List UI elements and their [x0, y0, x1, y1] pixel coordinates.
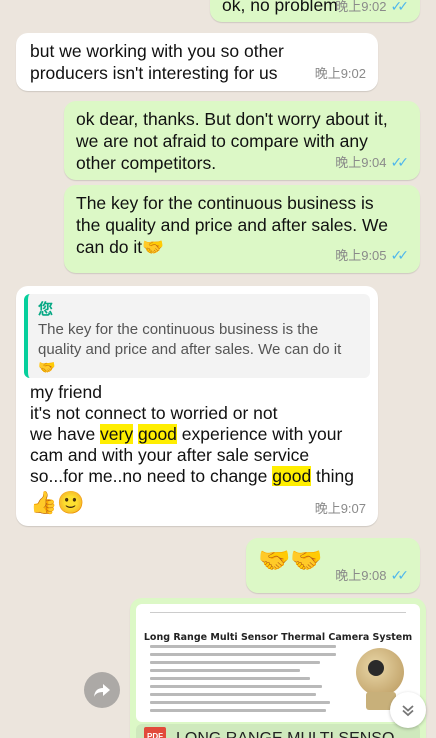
pdf-file-icon: PDF — [144, 727, 166, 738]
message-line: so...for me..no need to change good thin… — [30, 466, 354, 487]
message-line: we have very good experience with your — [30, 424, 354, 445]
search-highlight: good — [272, 466, 312, 486]
document-file-bar[interactable]: PDF LONG RANGE MULTI SENSO... — [136, 724, 420, 738]
message-meta: 晚上9:05 ✓✓ — [335, 245, 410, 267]
handshake-emoji: 🤝🤝 — [258, 546, 323, 576]
message-line: cam and with your after sale service — [30, 445, 310, 465]
search-highlight: good — [137, 424, 177, 444]
quote-text: The key for the continuous business is t… — [38, 321, 342, 358]
document-preview[interactable]: Long Range Multi Sensor Thermal Camera S… — [136, 604, 420, 722]
double-check-icon: ✓✓ — [390, 568, 410, 584]
message-incoming[interactable]: but we working with you so other produce… — [16, 33, 378, 91]
text-fragment: thing — [311, 466, 354, 486]
message-meta: 晚上9:02 — [315, 63, 366, 85]
scroll-to-bottom-button[interactable] — [390, 692, 426, 728]
document-rule — [150, 612, 406, 613]
message-line: it's not connect to worried or not — [30, 403, 278, 423]
forward-button[interactable] — [84, 672, 120, 708]
double-check-icon: ✓✓ — [390, 0, 410, 15]
message-time: 晚上9:02 — [335, 0, 387, 14]
message-text: ok, no problem — [222, 0, 338, 15]
message-body: my friend it's not connect to worried or… — [30, 382, 354, 519]
message-time: 晚上9:07 — [314, 501, 366, 516]
message-meta: 晚上9:04 ✓✓ — [335, 152, 410, 174]
chevron-down-icon — [402, 705, 414, 717]
forward-icon — [94, 684, 110, 697]
document-filename: LONG RANGE MULTI SENSO... — [176, 728, 408, 738]
quoted-message[interactable]: 您 The key for the continuous business is… — [24, 294, 370, 378]
text-fragment: we have — [30, 424, 101, 444]
handshake-emoji: 🤝 — [142, 238, 164, 258]
quote-author: 您 — [38, 301, 54, 318]
message-time: 晚上9:05 — [335, 248, 387, 263]
handshake-emoji: 🤝 — [38, 360, 56, 376]
message-line: my friend — [30, 382, 102, 402]
message-outgoing[interactable]: ok, no problem 晚上9:02 ✓✓ — [210, 0, 420, 22]
text-fragment: so...for me..no need to change — [30, 466, 273, 486]
chat-area[interactable]: ok, no problem 晚上9:02 ✓✓ but we working … — [0, 0, 436, 738]
message-time: 晚上9:02 — [314, 66, 366, 81]
message-document[interactable]: Long Range Multi Sensor Thermal Camera S… — [130, 598, 426, 738]
double-check-icon: ✓✓ — [390, 155, 410, 171]
message-meta: 晚上9:08 ✓✓ — [335, 565, 410, 587]
message-text: but we working with you so other produce… — [30, 41, 284, 83]
text-fragment: experience with your — [176, 424, 343, 444]
thumbs-smile-emoji: 👍🙂 — [30, 491, 85, 516]
message-outgoing[interactable]: 🤝🤝 晚上9:08 ✓✓ — [246, 538, 420, 593]
search-highlight: very — [100, 424, 134, 444]
message-meta: 晚上9:02 ✓✓ — [335, 0, 410, 18]
message-outgoing[interactable]: ok dear, thanks. But don't worry about i… — [64, 101, 420, 180]
message-time: 晚上9:08 — [335, 568, 387, 583]
document-text-block — [136, 640, 336, 712]
message-time: 晚上9:04 — [335, 155, 387, 170]
message-outgoing[interactable]: The key for the continuous business is t… — [64, 185, 420, 273]
message-incoming-reply[interactable]: 您 The key for the continuous business is… — [16, 286, 378, 526]
message-meta: 晚上9:07 — [315, 498, 366, 520]
double-check-icon: ✓✓ — [390, 248, 410, 264]
